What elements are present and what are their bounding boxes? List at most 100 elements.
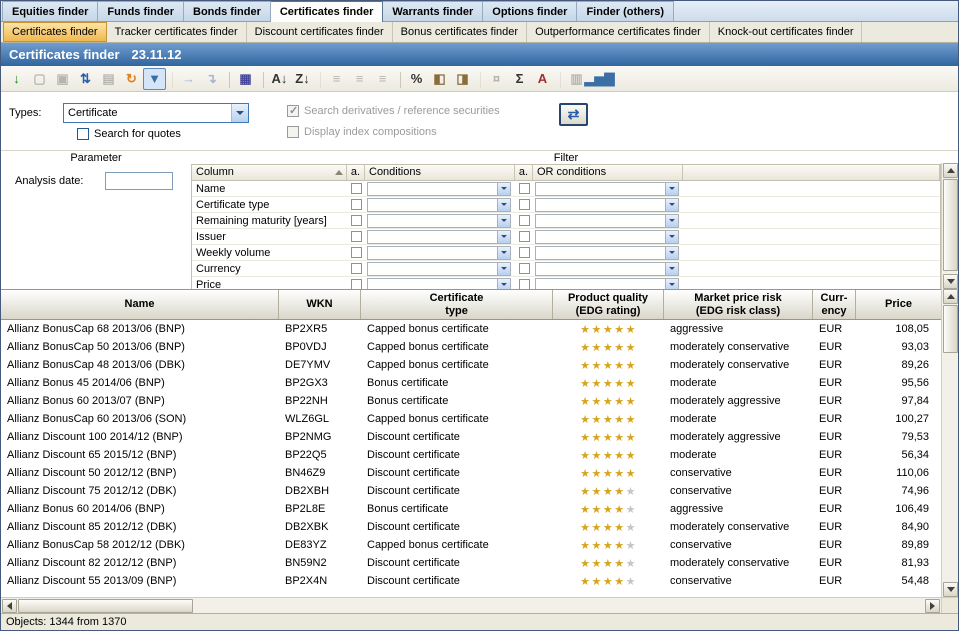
subtab-discount-certificates-finder[interactable]: Discount certificates finder — [247, 22, 393, 42]
copy-icon[interactable]: ▢ — [28, 68, 51, 90]
subtab-bonus-certificates-finder[interactable]: Bonus certificates finder — [393, 22, 527, 42]
table-row-bp2xr5[interactable]: Allianz BonusCap 68 2013/06 (BNP) BP2XR5… — [1, 320, 941, 338]
tab-warrants-finder[interactable]: Warrants finder — [383, 1, 483, 21]
table-row-bp22q5[interactable]: Allianz Discount 65 2015/12 (BNP) BP22Q5… — [1, 446, 941, 464]
tab-bonds-finder[interactable]: Bonds finder — [184, 1, 271, 21]
scroll-down-button[interactable] — [943, 582, 958, 597]
filter-header-and-2[interactable]: a. — [515, 165, 533, 180]
filter-icon[interactable]: ▼ — [143, 68, 166, 90]
filter-header-column[interactable]: Column — [192, 165, 347, 180]
filter-or-checkbox[interactable] — [519, 231, 530, 242]
filter-and-checkbox[interactable] — [351, 199, 362, 210]
condition-dropdown[interactable] — [367, 182, 511, 196]
table-search-icon[interactable]: ▦ — [234, 68, 257, 90]
table-row-bp22nh[interactable]: Allianz Bonus 60 2013/07 (BNP) BP22NH Bo… — [1, 392, 941, 410]
filter-or-checkbox[interactable] — [519, 183, 530, 194]
export-right-icon[interactable]: → — [177, 68, 200, 90]
or-condition-dropdown[interactable] — [535, 246, 679, 260]
or-condition-dropdown[interactable] — [535, 230, 679, 244]
subtab-knock-out-certificates-finder[interactable]: Knock-out certificates finder — [710, 22, 863, 42]
column-header-curr[interactable]: Curr- ency — [813, 290, 856, 319]
search-for-quotes-checkbox[interactable]: Search for quotes — [77, 128, 181, 140]
tab-equities-finder[interactable]: Equities finder — [2, 1, 98, 21]
chart-icon[interactable]: ▂▅▇ — [588, 68, 611, 90]
sort-descending-icon[interactable]: Z↓ — [291, 68, 314, 90]
duplicate-icon[interactable]: ▣ — [51, 68, 74, 90]
refresh-icon[interactable]: ↻ — [120, 68, 143, 90]
types-dropdown[interactable]: Certificate — [63, 103, 249, 123]
filter-or-checkbox[interactable] — [519, 199, 530, 210]
tab-options-finder[interactable]: Options finder — [483, 1, 577, 21]
table-row-bp2nmg[interactable]: Allianz Discount 100 2014/12 (BNP) BP2NM… — [1, 428, 941, 446]
tab-finder-others[interactable]: Finder (others) — [577, 1, 674, 21]
load-data-icon[interactable]: ↓ — [5, 68, 28, 90]
table-row-wlz6gl[interactable]: Allianz BonusCap 60 2013/06 (SON) WLZ6GL… — [1, 410, 941, 428]
checkbox-box[interactable] — [77, 128, 89, 140]
or-condition-dropdown[interactable] — [535, 198, 679, 212]
filter-scrollbar[interactable] — [941, 163, 958, 289]
table-row-bp0vdj[interactable]: Allianz BonusCap 50 2013/06 (BNP) BP0VDJ… — [1, 338, 941, 356]
scrollbar-thumb[interactable] — [943, 179, 958, 271]
scroll-up-button[interactable] — [943, 289, 958, 304]
tab-funds-finder[interactable]: Funds finder — [98, 1, 184, 21]
filter-and-checkbox[interactable] — [351, 183, 362, 194]
table-row-bn46z9[interactable]: Allianz Discount 50 2012/12 (BNP) BN46Z9… — [1, 464, 941, 482]
percent-format-icon[interactable]: % — [405, 68, 428, 90]
transfer-icon[interactable]: ⇅ — [74, 68, 97, 90]
analysis-date-input[interactable] — [105, 172, 173, 190]
export-down-icon[interactable]: ↴ — [200, 68, 223, 90]
table-row-de7ymv[interactable]: Allianz BonusCap 48 2013/06 (DBK) DE7YMV… — [1, 356, 941, 374]
layout-icon[interactable]: ▤ — [97, 68, 120, 90]
tab-certificates-finder[interactable]: Certificates finder — [271, 1, 384, 22]
condition-dropdown[interactable] — [367, 246, 511, 260]
condition-dropdown[interactable] — [367, 214, 511, 228]
horizontal-scrollbar[interactable] — [1, 597, 941, 613]
condition-dropdown[interactable] — [367, 198, 511, 212]
remove-decimal-icon[interactable]: ◨ — [451, 68, 474, 90]
or-condition-dropdown[interactable] — [535, 182, 679, 196]
subtab-outperformance-certificates-finder[interactable]: Outperformance certificates finder — [527, 22, 710, 42]
table-row-bp2l8e[interactable]: Allianz Bonus 60 2014/06 (BNP) BP2L8E Bo… — [1, 500, 941, 518]
add-decimal-icon[interactable]: ◧ — [428, 68, 451, 90]
align-left-icon[interactable]: ≡ — [325, 68, 348, 90]
scroll-up-button[interactable] — [943, 163, 958, 178]
or-condition-dropdown[interactable] — [535, 262, 679, 276]
scrollbar-thumb[interactable] — [18, 599, 193, 613]
filter-or-checkbox[interactable] — [519, 263, 530, 274]
filter-or-checkbox[interactable] — [519, 247, 530, 258]
filter-and-checkbox[interactable] — [351, 263, 362, 274]
column-header-price[interactable]: Price — [856, 290, 941, 319]
sort-ascending-icon[interactable]: A↓ — [268, 68, 291, 90]
filter-header-conditions[interactable]: Conditions — [365, 165, 515, 180]
table-row-bn59n2[interactable]: Allianz Discount 82 2012/12 (BNP) BN59N2… — [1, 554, 941, 572]
column-header-market-price-risk[interactable]: Market price risk (EDG risk class) — [664, 290, 813, 319]
subtab-certificates-finder[interactable]: Certificates finder — [3, 22, 107, 42]
filter-header-or-conditions[interactable]: OR conditions — [533, 165, 683, 180]
filter-and-checkbox[interactable] — [351, 215, 362, 226]
font-icon[interactable]: A — [531, 68, 554, 90]
filter-and-checkbox[interactable] — [351, 247, 362, 258]
table-row-db2xbh[interactable]: Allianz Discount 75 2012/12 (DBK) DB2XBH… — [1, 482, 941, 500]
column-header-product-quality[interactable]: Product quality (EDG rating) — [553, 290, 664, 319]
filter-and-checkbox[interactable] — [351, 231, 362, 242]
sum-icon[interactable]: Σ — [508, 68, 531, 90]
start-search-button[interactable]: ⇄ — [559, 103, 588, 126]
filter-or-checkbox[interactable] — [519, 215, 530, 226]
results-scrollbar[interactable] — [941, 289, 958, 597]
column-header-certificate[interactable]: Certificate type — [361, 290, 553, 319]
column-header-wkn[interactable]: WKN — [279, 290, 361, 319]
table-row-db2xbk[interactable]: Allianz Discount 85 2012/12 (DBK) DB2XBK… — [1, 518, 941, 536]
table-row-bp2gx3[interactable]: Allianz Bonus 45 2014/06 (BNP) BP2GX3 Bo… — [1, 374, 941, 392]
condition-dropdown[interactable] — [367, 230, 511, 244]
condition-dropdown[interactable] — [367, 262, 511, 276]
filter-header-and[interactable]: a. — [347, 165, 365, 180]
currency-format-icon[interactable]: ¤ — [485, 68, 508, 90]
table-row-bp2x4n[interactable]: Allianz Discount 55 2013/09 (BNP) BP2X4N… — [1, 572, 941, 590]
chevron-down-icon[interactable] — [231, 104, 248, 122]
subtab-tracker-certificates-finder[interactable]: Tracker certificates finder — [107, 22, 247, 42]
align-center-icon[interactable]: ≡ — [348, 68, 371, 90]
align-right-icon[interactable]: ≡ — [371, 68, 394, 90]
table-row-de83yz[interactable]: Allianz BonusCap 58 2012/12 (DBK) DE83YZ… — [1, 536, 941, 554]
scrollbar-thumb[interactable] — [943, 305, 958, 353]
or-condition-dropdown[interactable] — [535, 214, 679, 228]
